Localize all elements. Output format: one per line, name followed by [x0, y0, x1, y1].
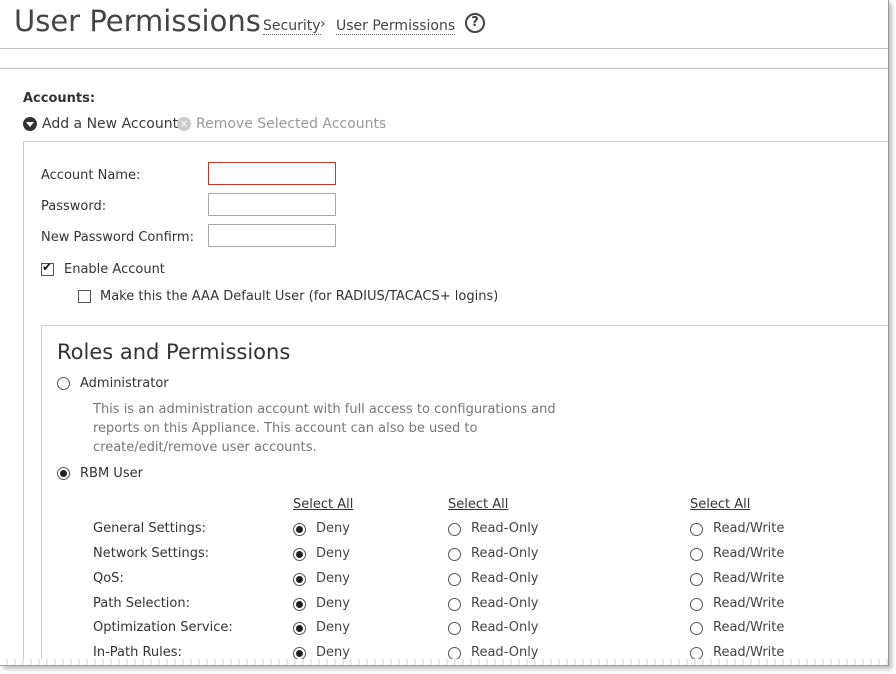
permission-option-radio[interactable] — [448, 622, 461, 635]
header-divider — [0, 48, 888, 49]
permission-option-label: Read-Only — [471, 645, 539, 660]
remove-accounts-button[interactable]: × Remove Selected Accounts — [177, 116, 386, 132]
permission-option-label: Read/Write — [713, 596, 785, 611]
permission-option-radio[interactable] — [293, 548, 306, 561]
administrator-label: Administrator — [80, 376, 169, 391]
torn-edge — [0, 659, 888, 665]
permission-option-label: Read/Write — [713, 571, 785, 586]
permission-option-radio[interactable] — [448, 573, 461, 586]
administrator-description: This is an administration account with f… — [93, 402, 556, 455]
permission-option-radio[interactable] — [293, 523, 306, 536]
permission-option-radio[interactable] — [293, 573, 306, 586]
administrator-radio[interactable] — [57, 377, 70, 390]
permission-option-radio[interactable] — [293, 598, 306, 611]
permission-option-label: Read-Only — [471, 596, 539, 611]
permission-option-label: Read/Write — [713, 620, 785, 635]
enable-account-checkbox[interactable] — [41, 260, 54, 276]
permission-option-label: Read-Only — [471, 546, 539, 561]
permission-option-label: Deny — [316, 620, 350, 635]
permission-option-label: Deny — [316, 546, 350, 561]
permission-option-label: Read/Write — [713, 546, 785, 561]
permission-option-radio[interactable] — [448, 548, 461, 561]
permission-option-label: Read-Only — [471, 571, 539, 586]
permission-option-radio[interactable] — [690, 622, 703, 635]
breadcrumb-separator: › — [320, 16, 326, 32]
permission-option-radio[interactable] — [448, 523, 461, 536]
permission-option-radio[interactable] — [690, 523, 703, 536]
password-label: Password: — [41, 199, 107, 214]
select-all-deny-link[interactable]: Select All — [293, 497, 353, 512]
account-name-input[interactable] — [208, 162, 336, 185]
add-account-label: Add a New Account — [42, 116, 179, 132]
account-name-label: Account Name: — [41, 168, 141, 183]
permission-option-label: Read/Write — [713, 645, 785, 660]
permission-row-label: QoS: — [93, 571, 124, 586]
select-all-readonly-link[interactable]: Select All — [448, 497, 508, 512]
remove-accounts-label: Remove Selected Accounts — [196, 116, 387, 132]
enable-account-label: Enable Account — [64, 262, 165, 277]
aaa-default-checkbox[interactable] — [78, 290, 91, 303]
permission-option-radio[interactable] — [690, 598, 703, 611]
rbm-user-label: RBM User — [80, 466, 143, 481]
expand-down-icon — [23, 117, 37, 131]
select-all-readwrite-link[interactable]: Select All — [690, 497, 750, 512]
permission-row-label: Optimization Service: — [93, 620, 233, 635]
permission-option-label: Read/Write — [713, 521, 785, 536]
breadcrumb-current[interactable]: User Permissions — [336, 18, 456, 35]
help-icon[interactable]: ? — [465, 13, 485, 33]
confirm-password-label: New Password Confirm: — [41, 230, 194, 245]
accounts-label: Accounts: — [23, 91, 96, 106]
permission-option-label: Read-Only — [471, 521, 539, 536]
permission-option-radio[interactable] — [448, 598, 461, 611]
breadcrumb-security-link[interactable]: Security — [263, 18, 321, 35]
permission-row-label: Network Settings: — [93, 546, 210, 561]
rbm-user-radio[interactable] — [57, 467, 70, 480]
roles-title: Roles and Permissions — [57, 340, 291, 364]
permission-option-radio[interactable] — [690, 573, 703, 586]
window-frame: User Permissions Security › User Permiss… — [0, 0, 889, 666]
permission-row-label: General Settings: — [93, 521, 207, 536]
password-input[interactable] — [208, 193, 336, 216]
permission-option-label: Deny — [316, 645, 350, 660]
remove-icon: × — [177, 117, 191, 131]
permission-option-radio[interactable] — [293, 622, 306, 635]
permission-row-label: Path Selection: — [93, 596, 190, 611]
confirm-password-input[interactable] — [208, 224, 336, 247]
permission-option-label: Deny — [316, 596, 350, 611]
aaa-default-label: Make this the AAA Default User (for RADI… — [100, 289, 499, 304]
permission-option-label: Deny — [316, 521, 350, 536]
content-divider — [0, 68, 888, 69]
permission-option-radio[interactable] — [690, 548, 703, 561]
permission-option-label: Read-Only — [471, 620, 539, 635]
permission-option-label: Deny — [316, 571, 350, 586]
permission-row-label: In-Path Rules: — [93, 645, 182, 660]
add-account-button[interactable]: Add a New Account — [23, 116, 178, 132]
page-title: User Permissions — [14, 4, 261, 38]
